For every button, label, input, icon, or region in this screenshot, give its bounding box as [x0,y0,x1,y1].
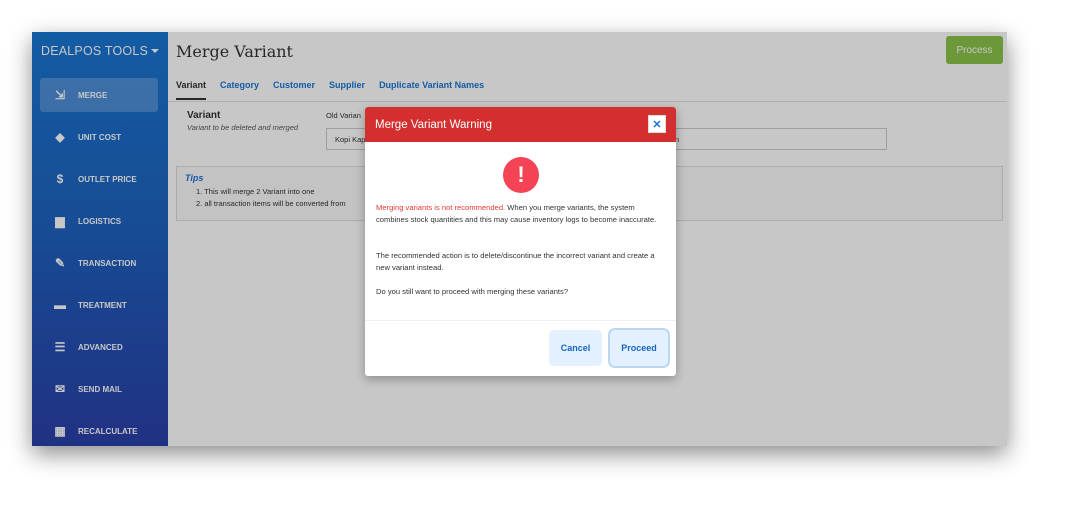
modal-title: Merge Variant Warning [375,118,492,131]
app-window: DEALPOS TOOLS ⇲ MERGE ◆ UNIT COST $ OUTL… [32,32,1007,446]
cancel-button[interactable]: Cancel [549,330,602,366]
confirm-question: Do you still want to proceed with mergin… [376,287,569,296]
warning-paragraph: Merging variants is not recommended. Whe… [376,202,668,226]
recommendation-paragraph: The recommended action is to delete/disc… [376,251,655,272]
close-icon[interactable]: ✕ [648,115,666,133]
merge-warning-modal: Merge Variant Warning ✕ ! Merging varian… [365,107,676,376]
modal-header: Merge Variant Warning [365,107,676,142]
exclamation-icon: ! [503,157,539,193]
warning-highlight: Merging variants is not recommended. [376,203,506,212]
modal-footer-divider [365,320,676,321]
proceed-button[interactable]: Proceed [610,330,668,366]
